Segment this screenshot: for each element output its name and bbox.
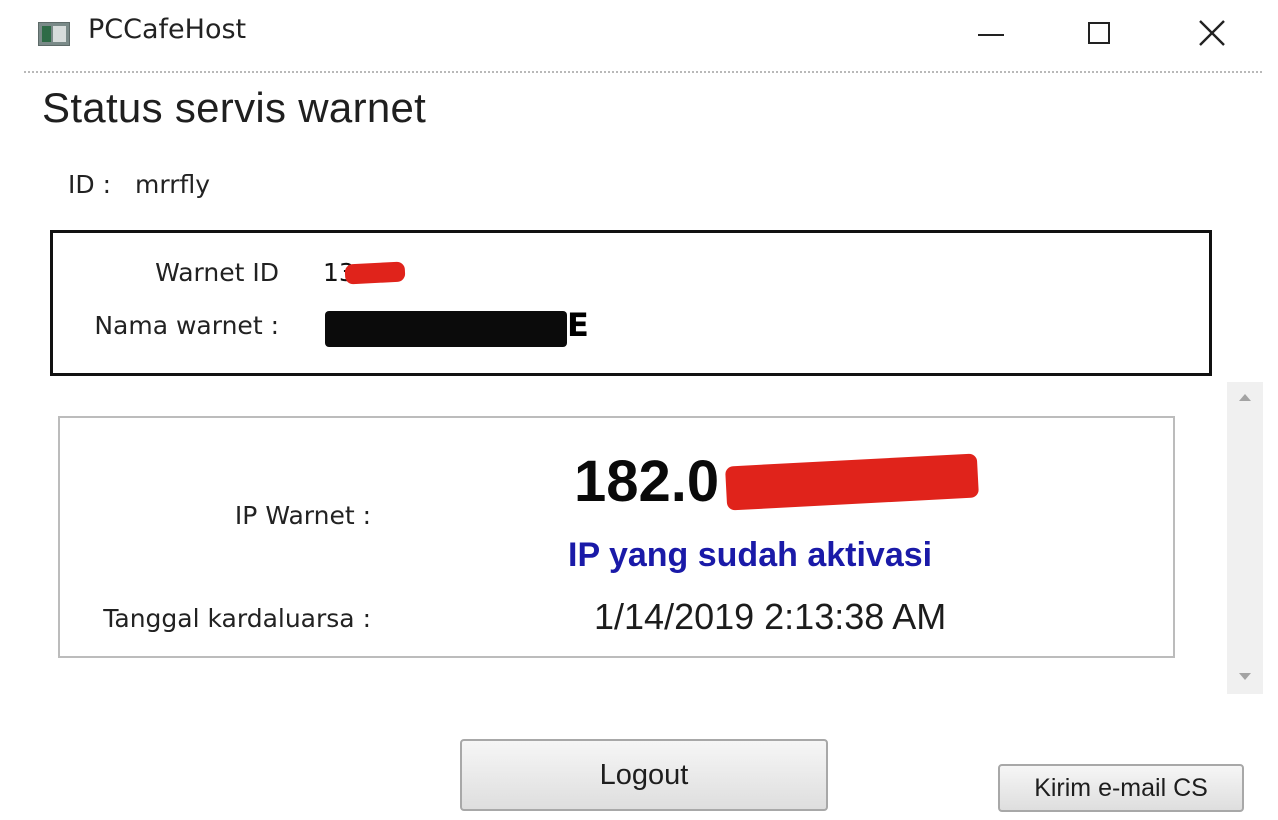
warnet-info-box: Warnet ID 13 Nama warnet : E [50, 230, 1212, 376]
warnet-name-visible: E [567, 306, 589, 344]
app-window: PCCafeHost Status servis warnet ID : mrrf… [0, 0, 1278, 820]
page-title: Status servis warnet [42, 84, 427, 131]
title-separator [24, 71, 1262, 73]
maximize-button[interactable] [1071, 8, 1127, 58]
logout-button[interactable]: Logout [460, 739, 828, 811]
expiry-value: 1/14/2019 2:13:38 AM [594, 596, 947, 637]
title-bar: PCCafeHost [0, 0, 1278, 66]
redaction-mark [344, 261, 406, 285]
scroll-down-arrow-icon[interactable] [1239, 673, 1251, 680]
ip-status-text: IP yang sudah aktivasi [568, 536, 933, 574]
ip-value: 182.0 [574, 448, 719, 515]
close-icon [1199, 20, 1225, 46]
email-cs-button[interactable]: Kirim e-mail CS [998, 764, 1244, 812]
scroll-up-arrow-icon[interactable] [1239, 394, 1251, 401]
minimize-button[interactable] [963, 8, 1019, 58]
user-id-row: ID : mrrfly [68, 170, 210, 199]
warnet-id-label: Warnet ID [155, 258, 279, 287]
redaction-mark [725, 453, 979, 511]
maximize-icon [1088, 22, 1110, 44]
vertical-scrollbar[interactable] [1227, 382, 1263, 694]
warnet-name-label: Nama warnet : [94, 311, 279, 340]
expiry-label: Tanggal kardaluarsa : [103, 604, 371, 633]
close-button[interactable] [1184, 8, 1240, 58]
redaction-mark [325, 311, 567, 347]
minimize-icon [978, 34, 1004, 36]
window-title: PCCafeHost [88, 14, 247, 45]
status-panel: IP Warnet : 182.0 IP yang sudah aktivasi… [58, 416, 1175, 658]
warnet-name-value: E [567, 306, 589, 344]
app-window-icon [38, 22, 70, 46]
user-id-label: ID : [68, 170, 111, 199]
user-id-value: mrrfly [135, 170, 211, 199]
ip-value-visible: 182.0 [574, 449, 720, 514]
ip-label: IP Warnet : [234, 501, 371, 530]
